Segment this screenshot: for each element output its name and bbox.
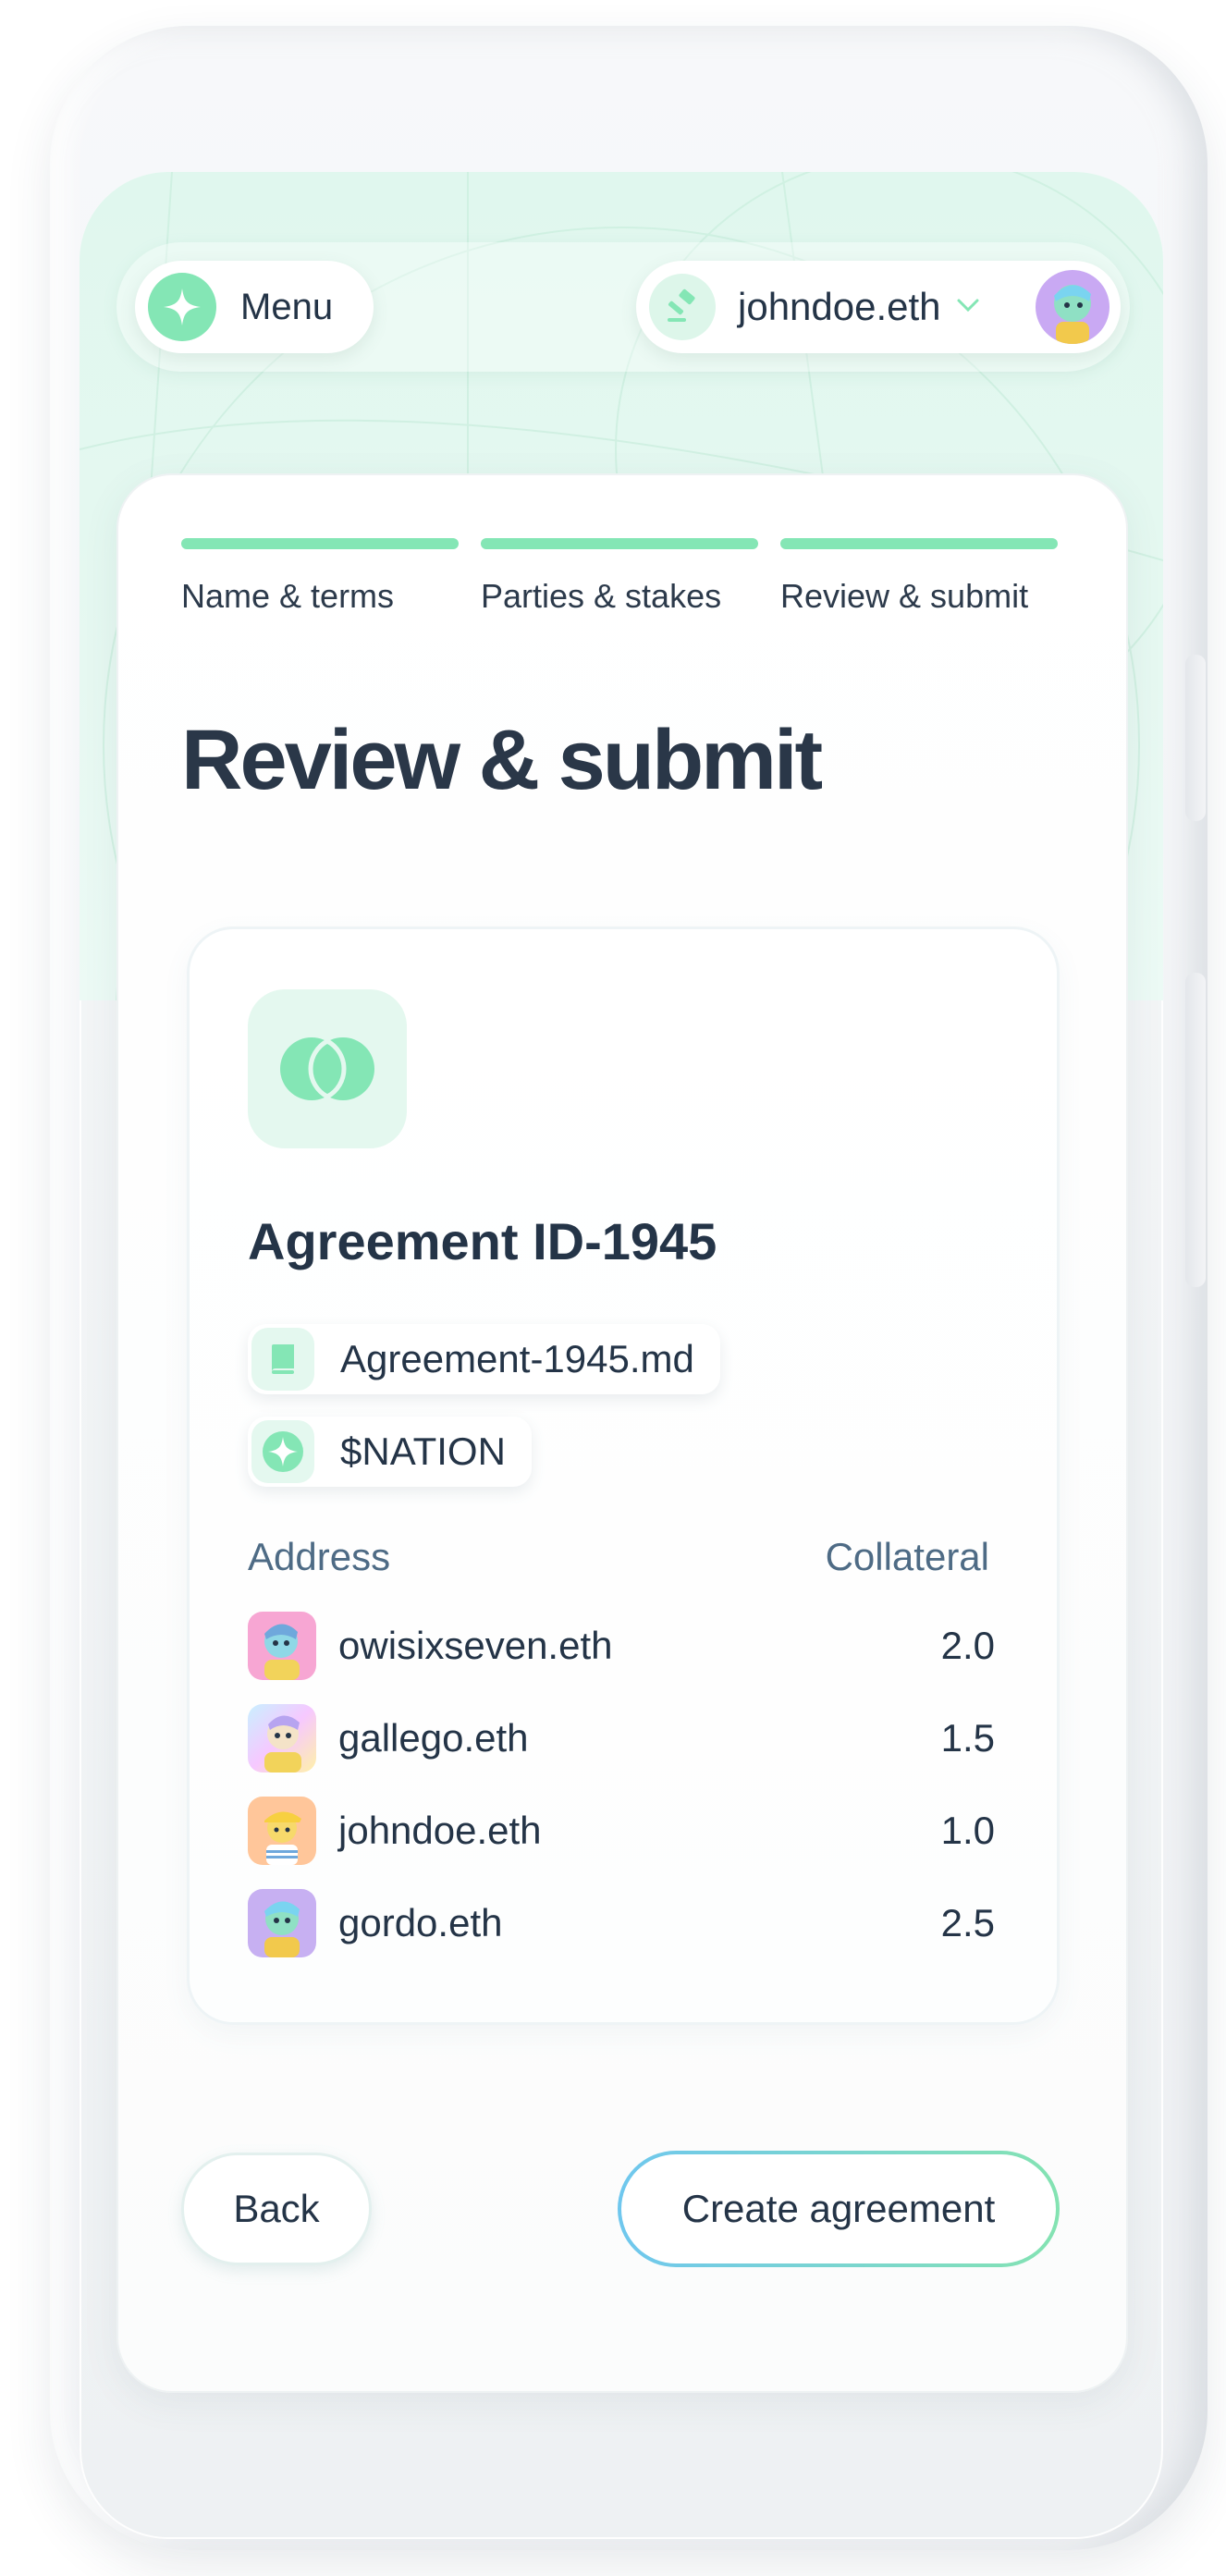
party-address: gallego.eth xyxy=(338,1716,529,1760)
chevron-down-icon xyxy=(956,297,980,318)
party-collateral: 1.0 xyxy=(940,1809,995,1852)
step-review-submit[interactable]: Review & submit xyxy=(780,538,1058,616)
avatar xyxy=(1036,270,1110,344)
party-row: owisixseven.eth 2.0 xyxy=(248,1611,995,1681)
side-button xyxy=(1185,655,1206,821)
step-label: Parties & stakes xyxy=(481,577,722,615)
address-column-header: Address xyxy=(248,1535,391,1578)
back-button[interactable]: Back xyxy=(181,2153,372,2265)
agreement-file-chip[interactable]: Agreement-1945.md xyxy=(248,1324,720,1394)
party-row: johndoe.eth 1.0 xyxy=(248,1796,995,1866)
account-button[interactable]: johndoe.eth xyxy=(636,261,1121,353)
avatar xyxy=(248,1704,316,1773)
step-label: Review & submit xyxy=(780,577,1029,615)
agreement-title: Agreement ID-1945 xyxy=(248,1212,717,1270)
create-agreement-label: Create agreement xyxy=(621,2154,1056,2263)
token-name: $NATION xyxy=(340,1429,506,1473)
avatar xyxy=(248,1612,316,1680)
step-progress-bar xyxy=(780,538,1058,549)
nation-logo-icon xyxy=(148,273,216,341)
step-progress-bar xyxy=(181,538,459,549)
menu-button[interactable]: Menu xyxy=(135,261,374,353)
menu-label: Menu xyxy=(240,286,334,327)
nation-token-icon xyxy=(251,1420,314,1483)
step-label: Name & terms xyxy=(181,577,395,615)
collateral-column-header: Collateral xyxy=(825,1535,989,1578)
side-button xyxy=(1185,973,1206,1287)
party-collateral: 2.5 xyxy=(940,1901,995,1944)
token-chip[interactable]: $NATION xyxy=(248,1417,532,1487)
file-name: Agreement-1945.md xyxy=(340,1337,694,1380)
account-name: johndoe.eth xyxy=(738,285,941,328)
step-name-terms[interactable]: Name & terms xyxy=(181,538,459,616)
agreement-icon xyxy=(248,989,407,1148)
party-address: johndoe.eth xyxy=(338,1809,542,1852)
party-row: gallego.eth 1.5 xyxy=(248,1703,995,1773)
step-parties-stakes[interactable]: Parties & stakes xyxy=(481,538,758,616)
avatar xyxy=(248,1889,316,1957)
party-collateral: 2.0 xyxy=(940,1624,995,1667)
party-collateral: 1.5 xyxy=(940,1716,995,1760)
document-icon xyxy=(251,1328,314,1391)
page-title: Review & submit xyxy=(181,713,823,807)
party-row: gordo.eth 2.5 xyxy=(248,1888,995,1958)
party-address: owisixseven.eth xyxy=(338,1624,613,1667)
create-agreement-button[interactable]: Create agreement xyxy=(618,2151,1060,2267)
step-progress-bar xyxy=(481,538,758,549)
avatar xyxy=(248,1797,316,1865)
gavel-icon xyxy=(649,274,716,340)
party-address: gordo.eth xyxy=(338,1901,503,1944)
